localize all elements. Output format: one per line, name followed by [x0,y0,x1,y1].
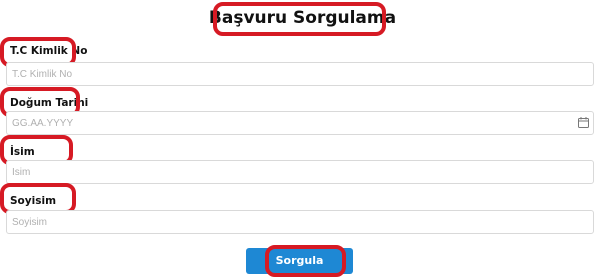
page-title: Başvuru Sorgulama [208,8,397,28]
query-button[interactable]: Sorgula [246,248,353,274]
tc-label: T.C Kimlik No [10,45,88,57]
calendar-icon[interactable] [578,117,589,128]
surname-label: Soyisim [10,195,57,207]
name-label: İsim [10,146,35,158]
name-input[interactable] [6,160,594,184]
dob-label: Doğum Tarihi [10,97,89,109]
surname-input[interactable] [6,210,594,234]
tc-kimlik-input[interactable] [6,62,594,86]
birth-date-input[interactable] [6,111,594,135]
